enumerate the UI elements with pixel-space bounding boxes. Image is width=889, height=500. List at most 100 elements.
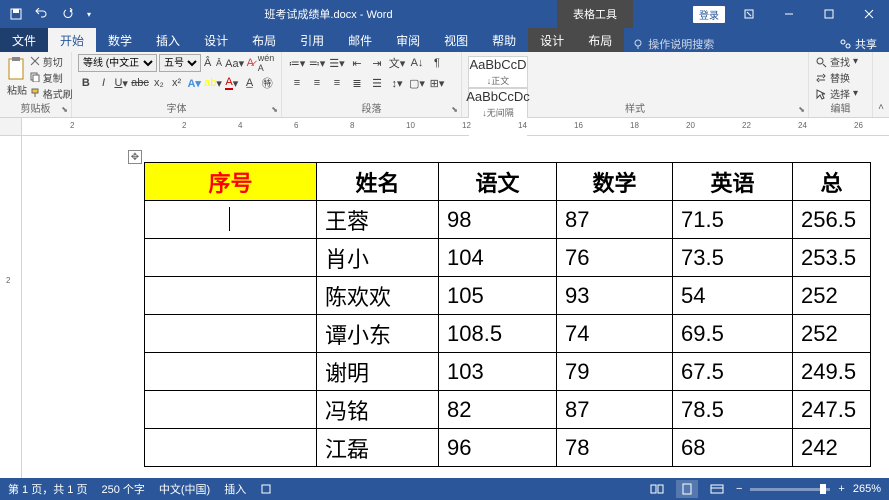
font-dialog-launcher[interactable]: ⬊ [271, 105, 278, 114]
table-cell[interactable]: 67.5 [673, 353, 793, 391]
collapse-ribbon-button[interactable]: ˄ [878, 102, 884, 113]
table-cell[interactable]: 69.5 [673, 315, 793, 353]
styles-dialog-launcher[interactable]: ⬊ [798, 105, 805, 114]
table-cell[interactable]: 87 [557, 201, 673, 239]
paste-button[interactable]: 粘贴 [6, 56, 28, 101]
tab-table-design[interactable]: 设计 [528, 28, 576, 52]
table-cell[interactable]: 79 [557, 353, 673, 391]
qat-customize-button[interactable]: ▾ [82, 3, 96, 25]
change-case-button[interactable]: Aa▾ [226, 54, 244, 72]
table-cell[interactable]: 74 [557, 315, 673, 353]
tab-references[interactable]: 引用 [288, 28, 336, 52]
copy-button[interactable]: 复制 [30, 70, 73, 85]
select-button[interactable]: 选择 ▾ [815, 86, 866, 101]
strikethrough-button[interactable]: abc [131, 74, 149, 92]
view-web-layout-button[interactable] [706, 480, 728, 498]
font-size-select[interactable]: 五号 [159, 54, 201, 72]
undo-button[interactable] [30, 3, 54, 25]
table-header-cell[interactable]: 英语 [673, 163, 793, 201]
view-print-layout-button[interactable] [676, 480, 698, 498]
table-cell[interactable]: 253.5 [793, 239, 871, 277]
table-cell[interactable]: 82 [439, 391, 557, 429]
table-cell[interactable]: 江磊 [317, 429, 439, 467]
font-color-button[interactable]: A▾ [224, 74, 240, 92]
tell-me-search[interactable]: 操作说明搜索 [632, 36, 714, 52]
table-cell[interactable]: 王蓉 [317, 201, 439, 239]
tab-layout[interactable]: 布局 [240, 28, 288, 52]
sort-button[interactable]: A↓ [408, 54, 426, 72]
table-cell[interactable]: 76 [557, 239, 673, 277]
table-cell[interactable] [145, 353, 317, 391]
table-cell[interactable]: 陈欢欢 [317, 277, 439, 315]
superscript-button[interactable]: x² [169, 74, 185, 92]
zoom-slider[interactable] [750, 488, 830, 491]
table-cell[interactable]: 247.5 [793, 391, 871, 429]
ruler-vertical[interactable]: 2 [0, 136, 22, 486]
table-cell[interactable]: 68 [673, 429, 793, 467]
font-family-select[interactable]: 等线 (中文正 [78, 54, 157, 72]
table-cell[interactable]: 249.5 [793, 353, 871, 391]
status-language[interactable]: 中文(中国) [159, 481, 210, 497]
minimize-button[interactable] [769, 0, 809, 28]
table-cell[interactable]: 252 [793, 277, 871, 315]
table-cell[interactable]: 87 [557, 391, 673, 429]
table-cell[interactable]: 252 [793, 315, 871, 353]
status-word-count[interactable]: 250 个字 [101, 481, 144, 497]
status-insert-mode[interactable]: 插入 [224, 481, 246, 497]
table-header-cell[interactable]: 数学 [557, 163, 673, 201]
italic-button[interactable]: I [96, 74, 112, 92]
show-hide-button[interactable]: ¶ [428, 54, 446, 72]
underline-button[interactable]: U▾ [113, 74, 129, 92]
increase-indent-button[interactable]: ⇥ [368, 54, 386, 72]
clipboard-dialog-launcher[interactable]: ⬊ [61, 105, 68, 114]
clear-formatting-button[interactable]: A̷ [246, 54, 255, 72]
align-center-button[interactable]: ≡ [308, 74, 326, 92]
table-cell[interactable]: 98 [439, 201, 557, 239]
status-macro-icon[interactable] [260, 483, 272, 495]
table-cell[interactable]: 256.5 [793, 201, 871, 239]
table-cell[interactable]: 104 [439, 239, 557, 277]
format-painter-button[interactable]: 格式刷 [30, 86, 73, 101]
character-border-button[interactable]: A̲ [242, 74, 258, 92]
table-header-cell[interactable]: 总 [793, 163, 871, 201]
style-normal[interactable]: AaBbCcD ↓正文 [468, 56, 528, 88]
redo-button[interactable] [56, 3, 80, 25]
table-cell[interactable]: 肖小 [317, 239, 439, 277]
tab-review[interactable]: 审阅 [384, 28, 432, 52]
tab-insert[interactable]: 插入 [144, 28, 192, 52]
replace-button[interactable]: 替换 [815, 70, 866, 85]
tab-math[interactable]: 数学 [96, 28, 144, 52]
document-page[interactable]: ✥ 序号姓名语文数学英语总 王蓉988771.5256.5肖小1047673.5… [22, 136, 889, 486]
tab-view[interactable]: 视图 [432, 28, 480, 52]
table-cell[interactable]: 78.5 [673, 391, 793, 429]
tab-file[interactable]: 文件 [0, 28, 48, 52]
bold-button[interactable]: B [78, 74, 94, 92]
table-move-handle[interactable]: ✥ [128, 150, 142, 164]
multilevel-list-button[interactable]: ☰▾ [328, 54, 346, 72]
zoom-in-button[interactable]: + [838, 483, 844, 495]
decrease-indent-button[interactable]: ⇤ [348, 54, 366, 72]
align-right-button[interactable]: ≡ [328, 74, 346, 92]
paragraph-dialog-launcher[interactable]: ⬊ [451, 105, 458, 114]
login-button[interactable]: 登录 [693, 6, 725, 23]
table-cell[interactable] [145, 429, 317, 467]
distribute-button[interactable]: ☰ [368, 74, 386, 92]
justify-button[interactable]: ≣ [348, 74, 366, 92]
table-cell[interactable]: 242 [793, 429, 871, 467]
share-button[interactable]: 共享 [827, 36, 889, 52]
status-page[interactable]: 第 1 页，共 1 页 [8, 481, 87, 497]
shrink-font-button[interactable]: Ǎ [214, 54, 223, 72]
asian-layout-button[interactable]: 文▾ [388, 54, 406, 72]
table-cell[interactable]: 71.5 [673, 201, 793, 239]
table-cell[interactable]: 93 [557, 277, 673, 315]
zoom-out-button[interactable]: − [736, 483, 742, 495]
line-spacing-button[interactable]: ↕▾ [388, 74, 406, 92]
tab-table-layout[interactable]: 布局 [576, 28, 624, 52]
borders-button[interactable]: ⊞▾ [428, 74, 446, 92]
tab-mail[interactable]: 邮件 [336, 28, 384, 52]
text-effects-button[interactable]: A▾ [186, 74, 202, 92]
grow-font-button[interactable]: Â [203, 54, 212, 72]
table-cell[interactable] [145, 239, 317, 277]
highlight-button[interactable]: ab▾ [204, 74, 222, 92]
enclose-characters-button[interactable]: ㊕ [259, 74, 275, 92]
